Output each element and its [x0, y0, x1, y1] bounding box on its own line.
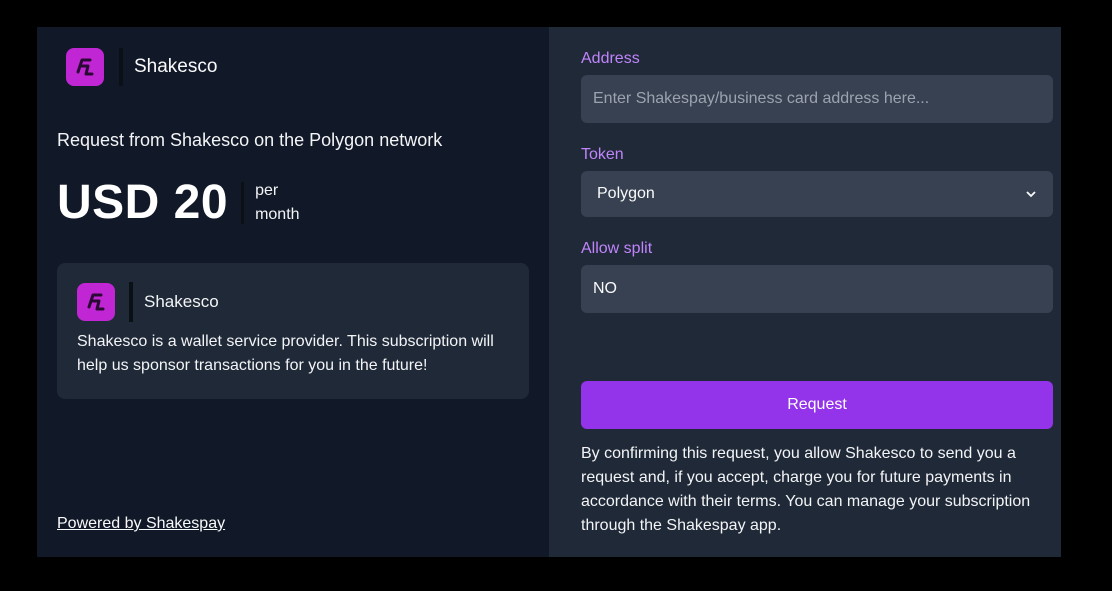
allow-split-value: NO — [593, 280, 617, 297]
form-panel: Address Token Polygon Allow split NO Req… — [549, 27, 1061, 557]
address-label: Address — [581, 50, 640, 67]
powered-by-link[interactable]: Powered by Shakespay — [57, 515, 225, 533]
token-select[interactable]: Polygon — [581, 171, 1053, 217]
billing-period-line2: month — [255, 205, 300, 223]
brand-divider — [119, 48, 123, 86]
brand-name: Shakesco — [134, 56, 218, 77]
merchant-divider — [129, 282, 133, 322]
summary-panel: Shakesco Request from Shakesco on the Po… — [37, 27, 549, 557]
terms-text: By confirming this request, you allow Sh… — [581, 445, 1031, 534]
merchant-info-box: Shakesco Shakesco is a wallet service pr… — [57, 263, 529, 399]
request-title: Request from Shakesco on the Polygon net… — [57, 130, 443, 150]
billing-period: per month — [255, 179, 299, 227]
request-card: Shakesco Request from Shakesco on the Po… — [37, 27, 1061, 557]
request-button[interactable]: Request — [581, 381, 1053, 429]
allow-split-field[interactable]: NO — [581, 265, 1053, 313]
billing-period-line1: per — [255, 181, 279, 199]
merchant-description: Shakesco is a wallet service provider. T… — [77, 333, 494, 374]
brand-header: Shakesco — [66, 48, 217, 86]
split-label: Allow split — [581, 240, 653, 257]
merchant-name: Shakesco — [144, 292, 219, 311]
token-label: Token — [581, 146, 624, 163]
chevron-down-icon — [1025, 188, 1037, 200]
price-amount: USD 20 — [57, 176, 229, 229]
shakesco-logo-icon — [66, 48, 104, 86]
token-selected-value: Polygon — [597, 185, 655, 202]
address-input[interactable] — [581, 75, 1053, 123]
price-row: USD 20 per month — [57, 175, 300, 230]
price-divider — [241, 181, 245, 224]
merchant-info-header: Shakesco — [77, 282, 509, 322]
shakesco-logo-icon — [77, 283, 115, 321]
